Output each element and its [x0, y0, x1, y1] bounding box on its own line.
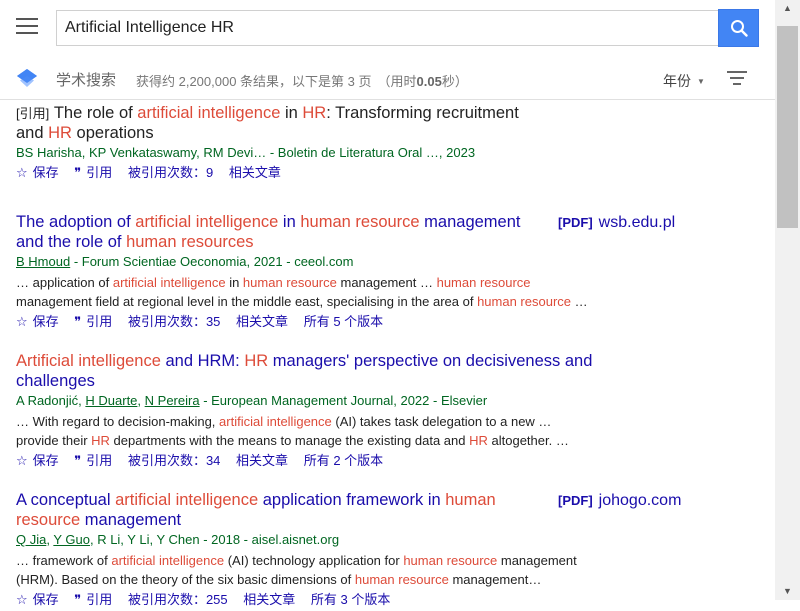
caret-down-icon: ▼	[697, 77, 705, 86]
related-articles-link[interactable]: 相关文章	[236, 453, 288, 468]
author-link[interactable]: Y Guo	[53, 532, 90, 547]
save-button[interactable]: ☆ 保存	[16, 453, 59, 468]
search-button[interactable]	[718, 9, 759, 47]
result-title[interactable]: The adoption of artificial intelligence …	[16, 213, 546, 252]
top-search-bar	[0, 0, 775, 56]
quote-icon: ❞	[74, 453, 82, 468]
save-button[interactable]: ☆ 保存	[16, 314, 59, 329]
pdf-link[interactable]: [PDF] wsb.edu.pl	[558, 213, 675, 233]
cite-button[interactable]: ❞ 引用	[74, 314, 112, 329]
author-link[interactable]: B Hmoud	[16, 254, 70, 269]
year-filter-dropdown[interactable]: 年份 ▼	[663, 71, 705, 91]
cite-button[interactable]: ❞ 引用	[74, 453, 112, 468]
result-item: A conceptual artificial intelligence app…	[16, 491, 756, 611]
result-actions: ☆ 保存 ❞ 引用 被引用次数：9 相关文章	[16, 164, 756, 184]
search-icon	[730, 20, 748, 37]
scroll-down-arrow-icon[interactable]: ▼	[775, 583, 800, 600]
star-icon: ☆	[16, 314, 28, 329]
cited-by-link[interactable]: 被引用次数：34	[128, 453, 220, 468]
all-versions-link[interactable]: 所有 5 个版本	[304, 314, 383, 329]
result-title[interactable]: [引用] The role of artificial intelligence…	[16, 104, 546, 143]
result-snippet: … application of artificial intelligence…	[16, 275, 588, 309]
scholar-brand[interactable]: 学术搜索	[56, 69, 116, 90]
scroll-up-arrow-icon[interactable]: ▲	[775, 0, 800, 17]
save-button[interactable]: ☆ 保存	[16, 165, 59, 180]
sort-icon[interactable]	[727, 71, 747, 85]
result-title[interactable]: Artificial intelligence and HRM: HR mana…	[16, 352, 616, 391]
all-versions-link[interactable]: 所有 2 个版本	[304, 453, 383, 468]
menu-icon[interactable]	[16, 18, 38, 38]
result-title[interactable]: A conceptual artificial intelligence app…	[16, 491, 546, 530]
result-item: [引用] The role of artificial intelligence…	[16, 104, 756, 213]
result-snippet: … With regard to decision-making, artifi…	[16, 414, 569, 448]
quote-icon: ❞	[74, 314, 82, 329]
result-actions: ☆ 保存 ❞ 引用 被引用次数：255 相关文章 所有 3 个版本	[16, 591, 756, 611]
author-link[interactable]: H Duarte	[85, 393, 137, 408]
author-link[interactable]: Q Jia	[16, 532, 46, 547]
result-authors: Q Jia, Y Guo, R Li, Y Li, Y Chen - 2018 …	[16, 532, 340, 547]
result-authors: B Hmoud - Forum Scientiae Oeconomia, 202…	[16, 254, 354, 269]
results-header: 学术搜索 获得约 2,200,000 条结果，以下是第 3 页（用时0.05秒）…	[0, 56, 775, 100]
related-articles-link[interactable]: 相关文章	[236, 314, 288, 329]
cited-by-link[interactable]: 被引用次数：35	[128, 314, 220, 329]
result-item: The adoption of artificial intelligence …	[16, 213, 756, 352]
quote-icon: ❞	[74, 165, 82, 180]
star-icon: ☆	[16, 453, 28, 468]
author-link[interactable]: N Pereira	[145, 393, 200, 408]
cite-button[interactable]: ❞ 引用	[74, 165, 112, 180]
related-articles-link[interactable]: 相关文章	[229, 165, 281, 180]
results-list: [引用] The role of artificial intelligence…	[16, 104, 756, 611]
search-input[interactable]	[56, 10, 718, 46]
result-item: Artificial intelligence and HRM: HR mana…	[16, 352, 756, 491]
result-snippet: … framework of artificial intelligence (…	[16, 553, 577, 587]
cited-by-link[interactable]: 被引用次数：9	[128, 165, 213, 180]
result-actions: ☆ 保存 ❞ 引用 被引用次数：34 相关文章 所有 2 个版本	[16, 452, 756, 472]
scrollbar-thumb[interactable]	[777, 26, 798, 228]
scrollbar[interactable]: ▲ ▼	[775, 0, 800, 600]
result-authors: BS Harisha, KP Venkataswamy, RM Devi… - …	[16, 145, 476, 160]
result-authors: A Radonjić, H Duarte, N Pereira - Europe…	[16, 393, 488, 408]
scholar-cap-icon[interactable]	[16, 68, 38, 88]
result-type-tag: [引用]	[16, 106, 50, 121]
results-stats: 获得约 2,200,000 条结果，以下是第 3 页（用时0.05秒）	[136, 74, 468, 89]
star-icon: ☆	[16, 165, 28, 180]
result-actions: ☆ 保存 ❞ 引用 被引用次数：35 相关文章 所有 5 个版本	[16, 313, 756, 333]
pdf-link[interactable]: [PDF] johogo.com	[558, 491, 681, 511]
